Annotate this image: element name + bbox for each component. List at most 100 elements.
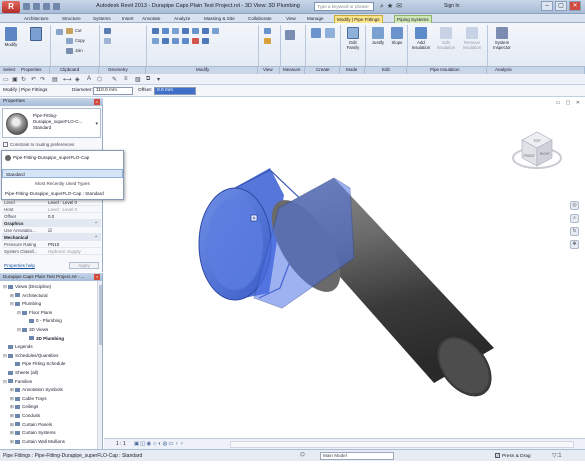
default-3d-icon[interactable]: ⬡ — [97, 76, 102, 83]
tree-item[interactable]: 0 - Plumbing — [24, 317, 62, 324]
thin-lines-icon[interactable]: ≡ — [124, 76, 128, 82]
close-hidden-icon[interactable]: ▧ — [135, 76, 141, 83]
rotate-icon[interactable] — [202, 28, 209, 34]
tree-item[interactable]: ⊟ Views (Discipline) — [3, 283, 51, 290]
tree-item[interactable]: ⊞ Annotation Symbols — [10, 386, 63, 393]
tag-icon[interactable]: ◈ — [75, 76, 80, 83]
delete-icon[interactable] — [192, 38, 199, 44]
dropdown-family-item[interactable]: Pipe-Fitting-Durapipe_superFLO-Cap — [2, 153, 123, 162]
tab-structure[interactable]: Structure — [62, 15, 81, 23]
3d-viewport[interactable]: ▭ ▢ ✕ TOP FRONT RIGHT ◎ ⌕ ↻ ✥ — [104, 98, 585, 438]
close-browser-icon[interactable]: × — [94, 274, 100, 280]
edit-insulation-button[interactable]: Edit Insulation — [434, 27, 458, 50]
system-inspector-button[interactable]: System Inspector — [489, 27, 515, 50]
tab-analyze[interactable]: Analyze — [174, 15, 190, 23]
mirror-icon[interactable] — [172, 28, 179, 34]
tree-item[interactable]: ⊞ Cable Trays — [10, 395, 47, 402]
save-file-icon[interactable]: ▣ — [12, 76, 18, 83]
split-icon[interactable] — [152, 38, 159, 44]
selection-filter-icon[interactable]: ▽:1 — [552, 452, 562, 459]
tree-item[interactable]: ⊞ Ceilings — [10, 403, 38, 410]
tree-item[interactable]: ⊞ Curtain Systems — [10, 429, 56, 436]
tree-item[interactable]: ⊟ Floor Plans — [17, 309, 52, 316]
type-selector[interactable]: Pipe-Fitting-Durapipe_superFLO-C... Stan… — [2, 108, 101, 138]
array-icon[interactable] — [162, 38, 169, 44]
print-icon[interactable]: ▤ — [52, 76, 58, 83]
text-icon[interactable]: A — [87, 76, 91, 82]
apply-button[interactable]: Apply — [69, 262, 99, 269]
tree-item[interactable]: ⊞ Architectural — [10, 292, 48, 299]
tree-item[interactable]: ⊞ Curtain Wall Mullions — [10, 438, 65, 445]
tab-collaborate[interactable]: Collaborate — [248, 15, 272, 23]
constrain-checkbox[interactable]: Constrain to routing preferences — [3, 142, 74, 148]
remove-insulation-button[interactable]: Remove Insulation — [459, 27, 485, 50]
tree-item[interactable]: Sheets (all) — [3, 369, 38, 376]
measure-icon[interactable] — [285, 30, 295, 40]
property-row-host[interactable]: Host Level : Level 0 — [2, 206, 101, 213]
join-icon[interactable] — [66, 48, 73, 54]
viewcube-top-label[interactable]: TOP — [533, 139, 541, 143]
viewcube[interactable]: TOP FRONT RIGHT — [512, 131, 562, 169]
view-hide-icon[interactable] — [264, 28, 271, 34]
browser-scrollbar[interactable] — [97, 281, 102, 449]
offset-field[interactable]: 0.0 mm — [154, 87, 196, 95]
subscription-icon[interactable]: ★ — [387, 2, 393, 11]
tree-item[interactable]: ⊞ Conduits — [10, 412, 40, 419]
align-icon[interactable] — [152, 28, 159, 34]
property-group-graphics[interactable]: Graphics ⌃ — [2, 220, 101, 227]
measure-small-icon[interactable]: ⟷ — [63, 76, 72, 83]
panel-select-label[interactable]: Select — [3, 67, 16, 72]
dropdown-standard-item[interactable]: Standard — [2, 169, 123, 178]
tab-systems[interactable]: Systems — [93, 15, 111, 23]
tree-item[interactable]: ⊟ Families — [3, 378, 32, 385]
steering-wheel-icon[interactable]: ◎ — [570, 201, 579, 210]
tab-piping-systems[interactable]: Piping Systems — [394, 15, 432, 23]
copy-element-icon[interactable] — [192, 28, 199, 34]
press-drag-checkbox[interactable]: ✓ Press & Drag — [495, 453, 531, 459]
switch-windows-icon[interactable]: ⧉ — [146, 76, 150, 83]
properties-help-link[interactable]: Properties help — [4, 261, 35, 270]
trim-icon[interactable] — [212, 28, 219, 34]
close-button[interactable]: ✕ — [569, 1, 581, 11]
unpin-icon[interactable] — [202, 38, 209, 44]
property-row-pressure-rating[interactable]: Pressure Rating PN10 — [2, 241, 101, 248]
tree-item[interactable]: ⊟ Plumbing — [10, 300, 41, 307]
search-input[interactable]: Type a keyword or phrase — [314, 2, 374, 11]
collapse-icon[interactable]: ⌃ — [94, 234, 98, 241]
copy-label[interactable]: Copy — [75, 38, 85, 43]
geometry-cut-icon[interactable] — [104, 28, 111, 34]
section-icon[interactable]: ✎ — [112, 76, 117, 83]
justify-button[interactable]: Justify — [368, 27, 388, 45]
tab-insert[interactable]: Insert — [122, 15, 134, 23]
cut-icon[interactable] — [66, 28, 73, 34]
tree-item[interactable]: ⊞ Curtain Panels — [10, 421, 52, 428]
redo-icon[interactable] — [53, 3, 60, 10]
binoculars-icon[interactable]: ⌕ — [380, 2, 384, 11]
worksets-icon[interactable]: ⌬ — [300, 452, 305, 458]
restore-button[interactable]: ▢ — [555, 1, 567, 11]
add-insulation-button[interactable]: Add Insulation — [409, 27, 433, 50]
view-override-icon[interactable] — [264, 38, 271, 44]
application-menu-button[interactable]: R — [2, 1, 20, 13]
tab-massing-site[interactable]: Massing & Site — [204, 15, 235, 23]
viewcube-right-label[interactable]: RIGHT — [540, 152, 550, 156]
move-icon[interactable] — [182, 28, 189, 34]
join-label[interactable]: Join — [75, 48, 83, 53]
type-properties-button[interactable] — [25, 27, 47, 42]
close-properties-icon[interactable]: × — [94, 99, 100, 105]
tab-architecture[interactable]: Architecture — [24, 15, 49, 23]
edit-family-button[interactable]: Edit Family — [344, 27, 362, 50]
undo-icon[interactable] — [43, 3, 50, 10]
pan-icon[interactable]: ✥ — [570, 240, 579, 249]
sign-in-link[interactable]: Sign In — [444, 3, 460, 9]
dropdown-mru-item[interactable]: Pipe-Fitting-Durapipe_superFLO-Cap : Sta… — [2, 189, 123, 198]
orbit-icon[interactable]: ↻ — [570, 227, 579, 236]
open-file-icon[interactable]: ▭ — [3, 76, 9, 83]
save-icon[interactable] — [33, 3, 40, 10]
sync-icon[interactable]: ↻ — [21, 76, 26, 83]
open-icon[interactable] — [23, 3, 30, 10]
slope-button[interactable]: Slope — [389, 27, 405, 45]
qat-dropdown-icon[interactable]: ▾ — [157, 76, 160, 83]
cut-label[interactable]: Cut — [75, 28, 82, 33]
create-group-icon[interactable] — [325, 28, 335, 38]
